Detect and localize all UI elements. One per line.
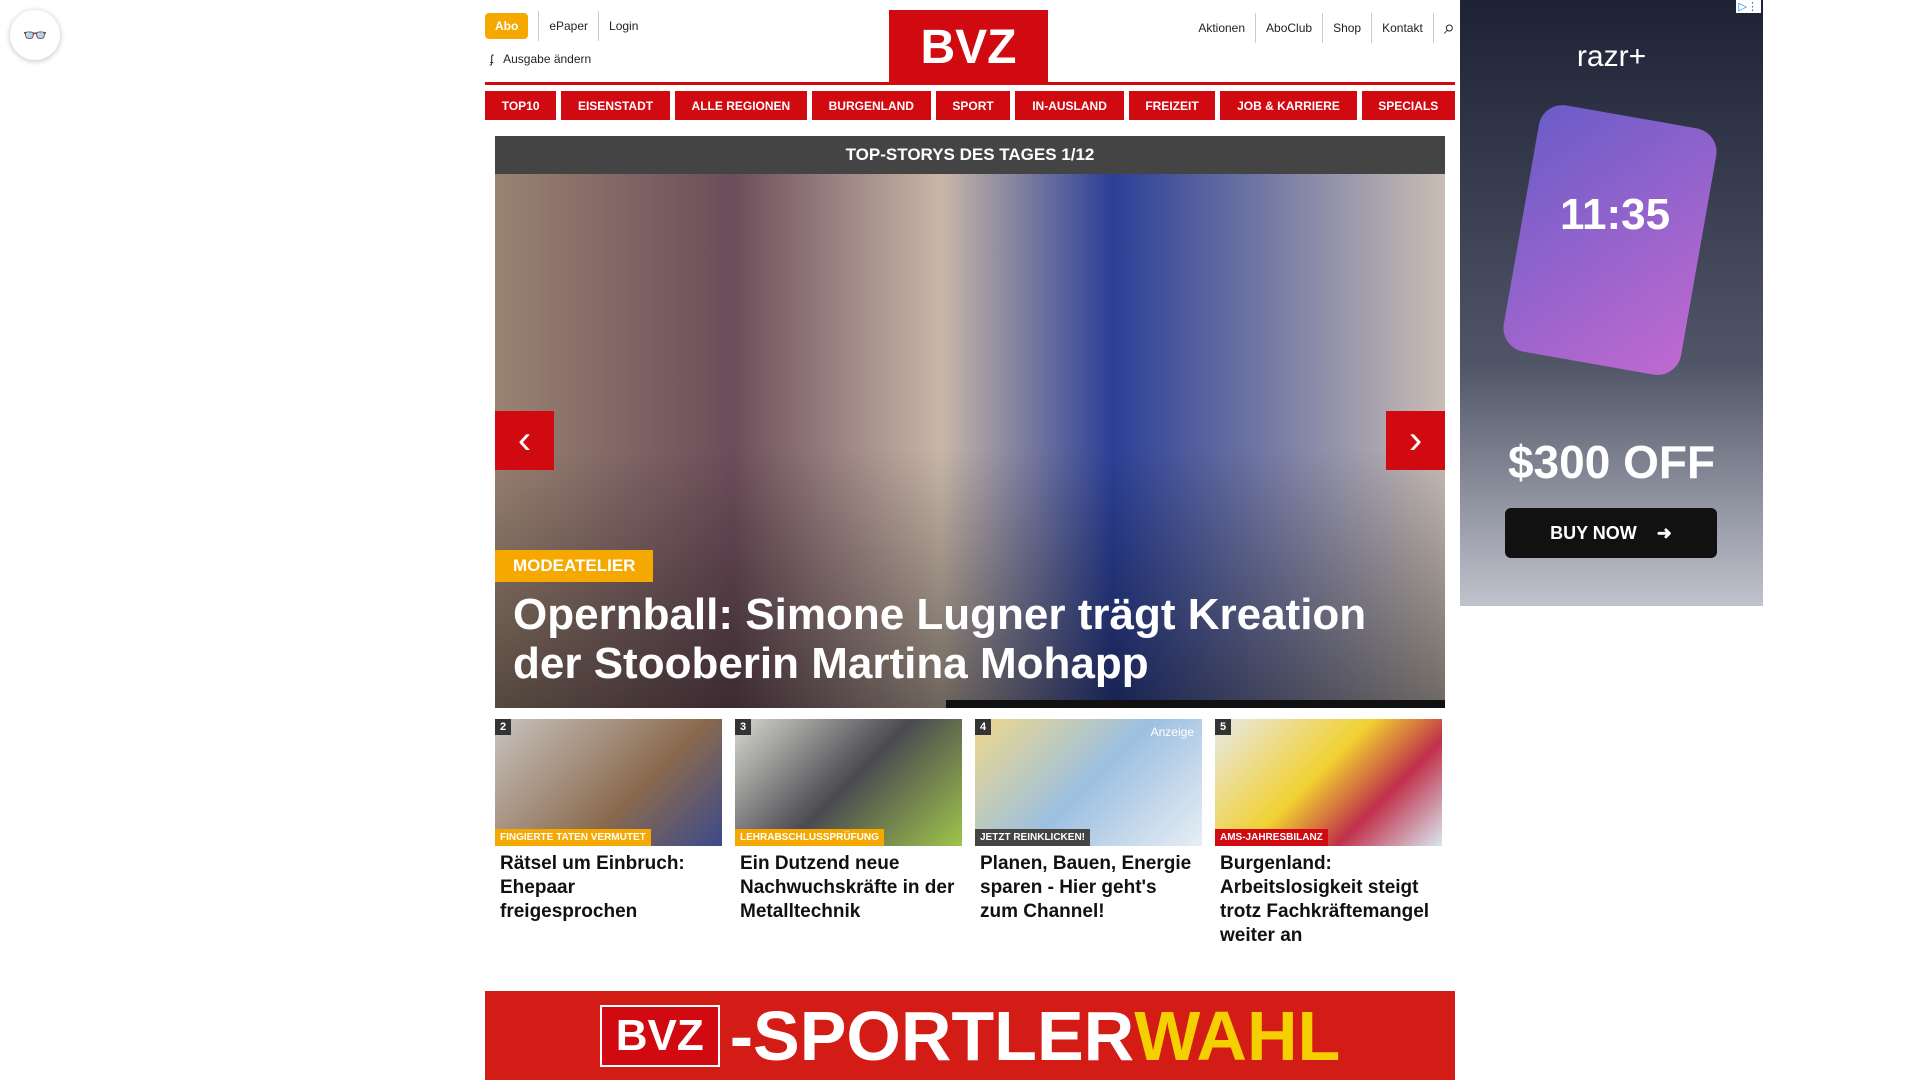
ad-phone-time: 11:35 bbox=[1560, 190, 1671, 239]
buy-now-button[interactable]: BUY NOW ➜ bbox=[1505, 508, 1717, 558]
story-number: 4 bbox=[975, 719, 992, 735]
story-title[interactable]: Burgenland: Arbeitslosigkeit steigt trot… bbox=[1215, 846, 1442, 948]
top-right-links: Aktionen AboClub Shop Kontakt ⌕ bbox=[1188, 13, 1455, 43]
abo-button[interactable]: Abo bbox=[485, 13, 529, 39]
banner-text: -SPORTLERWAHL bbox=[730, 996, 1341, 1076]
hero-title[interactable]: Opernball: Simone Lugner trägt Kreation … bbox=[513, 590, 1433, 688]
login-link[interactable]: Login bbox=[598, 11, 648, 41]
arrow-right-icon: ➜ bbox=[1656, 522, 1672, 543]
story-card[interactable]: 4 Anzeige JETZT REINKLICKEN! Planen, Bau… bbox=[975, 719, 1202, 948]
story-number: 2 bbox=[495, 719, 512, 735]
story-kicker: LEHRABSCHLUSSPRÜFUNG bbox=[735, 829, 884, 846]
nav-specials[interactable]: SPECIALS bbox=[1361, 91, 1455, 120]
buy-now-label: BUY NOW bbox=[1550, 522, 1637, 543]
reader-mode-button[interactable]: 👓 bbox=[10, 10, 60, 60]
burgenland-map-icon: ʄ bbox=[490, 52, 494, 66]
chevron-right-icon: › bbox=[1408, 418, 1423, 462]
nav-in-ausland[interactable]: IN-AUSLAND bbox=[1015, 91, 1124, 120]
phone-image bbox=[1499, 101, 1721, 379]
story-card[interactable]: 2 FINGIERTE TATEN VERMUTET Rätsel um Ein… bbox=[495, 719, 722, 948]
hero-slide[interactable]: ‹ › MODEATELIER Opernball: Simone Lugner… bbox=[495, 174, 1445, 708]
ad-offer: $300 OFF bbox=[1507, 436, 1716, 488]
adchoices-icon[interactable]: ▷⋮ bbox=[1735, 0, 1761, 13]
story-kicker: AMS-JAHRESBILANZ bbox=[1215, 829, 1328, 846]
next-slide-button[interactable]: › bbox=[1386, 411, 1445, 470]
story-kicker: FINGIERTE TATEN VERMUTET bbox=[495, 829, 651, 846]
slide-progress bbox=[946, 700, 1445, 708]
top-left-links: Abo ePaper Login bbox=[485, 11, 648, 41]
banner-text-part2: WAHL bbox=[1134, 996, 1341, 1075]
story-image: 5 AMS-JAHRESBILANZ bbox=[1215, 719, 1442, 846]
ad-badge: Anzeige bbox=[1150, 725, 1194, 739]
story-cards: 2 FINGIERTE TATEN VERMUTET Rätsel um Ein… bbox=[495, 719, 1445, 948]
bvz-logo[interactable]: BVZ bbox=[889, 10, 1048, 84]
edition-switch[interactable]: ʄ Ausgabe ändern bbox=[490, 52, 591, 66]
nav-job-karriere[interactable]: JOB & KARRIERE bbox=[1220, 91, 1357, 120]
aboclub-link[interactable]: AboClub bbox=[1256, 13, 1324, 43]
aktionen-link[interactable]: Aktionen bbox=[1188, 13, 1257, 43]
story-image: 3 LEHRABSCHLUSSPRÜFUNG bbox=[735, 719, 962, 846]
motorola-ad[interactable]: ▷⋮ razr+ 11:35 $300 OFF BUY NOW ➜ bbox=[1460, 0, 1763, 606]
header-divider bbox=[485, 82, 1455, 85]
nav-top10[interactable]: TOP10 bbox=[485, 91, 557, 120]
edition-label: Ausgabe ändern bbox=[503, 52, 592, 66]
story-image: 2 FINGIERTE TATEN VERMUTET bbox=[495, 719, 722, 846]
story-kicker: JETZT REINKLICKEN! bbox=[975, 829, 1090, 846]
nav-sport[interactable]: SPORT bbox=[935, 91, 1011, 120]
story-number: 5 bbox=[1215, 719, 1232, 735]
epaper-link[interactable]: ePaper bbox=[538, 11, 598, 41]
story-image: 4 Anzeige JETZT REINKLICKEN! bbox=[975, 719, 1202, 846]
hero-kicker: MODEATELIER bbox=[495, 550, 654, 582]
story-card[interactable]: 3 LEHRABSCHLUSSPRÜFUNG Ein Dutzend neue … bbox=[735, 719, 962, 948]
nav-alle-regionen[interactable]: ALLE REGIONEN bbox=[674, 91, 807, 120]
story-card[interactable]: 5 AMS-JAHRESBILANZ Burgenland: Arbeitslo… bbox=[1215, 719, 1442, 948]
nav-burgenland[interactable]: BURGENLAND bbox=[811, 91, 931, 120]
search-icon[interactable]: ⌕ bbox=[1444, 17, 1455, 40]
nav-freizeit[interactable]: FREIZEIT bbox=[1128, 91, 1216, 120]
chevron-left-icon: ‹ bbox=[517, 418, 532, 462]
banner-text-part1: -SPORTLER bbox=[729, 996, 1135, 1075]
story-title[interactable]: Ein Dutzend neue Nachwuchskräfte in der … bbox=[735, 846, 962, 924]
prev-slide-button[interactable]: ‹ bbox=[495, 411, 554, 470]
banner-logo: BVZ bbox=[599, 1004, 720, 1067]
glasses-icon: 👓 bbox=[22, 24, 48, 47]
story-title[interactable]: Rätsel um Einbruch: Ehepaar freigesproch… bbox=[495, 846, 722, 924]
kontakt-link[interactable]: Kontakt bbox=[1372, 13, 1434, 43]
main-nav: TOP10 EISENSTADT ALLE REGIONEN BURGENLAN… bbox=[485, 91, 1455, 120]
shop-link[interactable]: Shop bbox=[1323, 13, 1373, 43]
top-stories-header: TOP-STORYS DES TAGES 1/12 bbox=[495, 136, 1445, 174]
ad-brand: razr+ bbox=[1576, 40, 1647, 73]
nav-eisenstadt[interactable]: EISENSTADT bbox=[561, 91, 670, 120]
story-title[interactable]: Planen, Bauen, Energie sparen - Hier geh… bbox=[975, 846, 1202, 924]
story-number: 3 bbox=[735, 719, 752, 735]
sportlerwahl-banner[interactable]: BVZ -SPORTLERWAHL bbox=[485, 991, 1455, 1080]
